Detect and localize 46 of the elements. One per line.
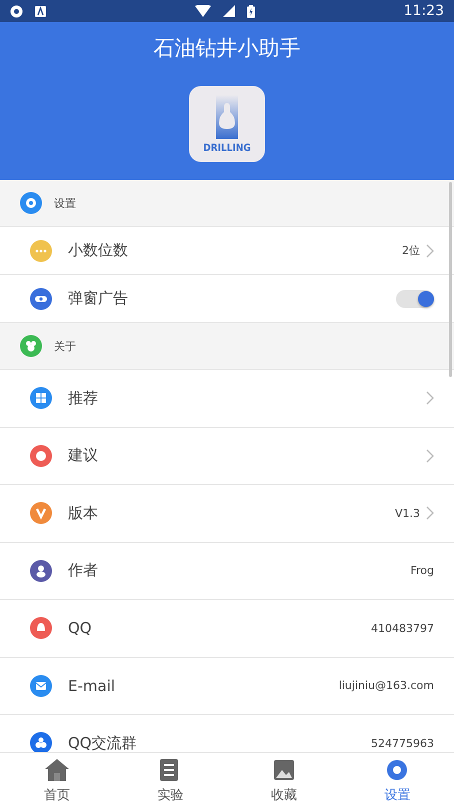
logo-text: DRILLING xyxy=(203,143,251,154)
grid-icon xyxy=(30,387,52,410)
item-label: 弹窗广告 xyxy=(68,289,128,308)
item-value: 2位 xyxy=(402,243,420,258)
signal-icon xyxy=(222,5,235,17)
nav-tab[interactable]: 首页 xyxy=(0,753,114,806)
item-label: QQ交流群 xyxy=(68,734,137,752)
section-title: 设置 xyxy=(54,196,76,210)
item-label: E-mail xyxy=(68,676,116,695)
wifi-icon xyxy=(194,5,211,17)
v-letter-icon xyxy=(30,502,52,524)
battery-icon xyxy=(246,4,255,18)
app-title: 石油钻井小助手 xyxy=(154,35,300,62)
section-title: 关于 xyxy=(54,338,76,354)
item-label: 作者 xyxy=(68,561,98,580)
item-label: 建议 xyxy=(68,446,98,466)
settings-row[interactable]: 版本 V1.3 xyxy=(0,485,454,542)
item-value: liujiniu@163.com xyxy=(338,679,434,692)
nav-tab[interactable]: 实验 xyxy=(114,753,227,806)
item-value: V1.3 xyxy=(394,506,420,520)
dots-icon xyxy=(30,240,52,262)
settings-row[interactable]: E-mail liujiniu@163.com xyxy=(0,658,454,715)
eye-icon xyxy=(30,288,52,310)
bell-icon xyxy=(30,617,52,640)
item-label: 版本 xyxy=(68,504,98,523)
group-icon xyxy=(20,335,42,357)
settings-row[interactable]: 作者 Frog xyxy=(0,542,454,600)
item-label: QQ xyxy=(68,619,92,638)
settings-row[interactable]: QQ 410483797 xyxy=(0,600,454,658)
settings-row[interactable]: 建议 xyxy=(0,428,454,485)
person-icon xyxy=(30,560,52,582)
item-value: 410483797 xyxy=(371,622,434,635)
item-value: 524775963 xyxy=(371,736,434,750)
toggle-switch[interactable] xyxy=(396,290,434,308)
nav-tab[interactable]: 收藏 xyxy=(227,753,340,806)
item-label: 小数位数 xyxy=(68,241,128,260)
clock-time: 11:23 xyxy=(404,3,444,19)
a-letter-icon xyxy=(35,6,46,16)
drill-bit-icon xyxy=(216,95,238,139)
image-icon xyxy=(272,758,296,782)
envelope-icon xyxy=(30,674,52,697)
home-icon xyxy=(44,758,70,782)
item-value: Frog xyxy=(410,564,434,578)
nav-tab[interactable]: 设置 xyxy=(340,753,454,806)
item-label: 推荐 xyxy=(68,388,98,408)
settings-row[interactable]: 推荐 xyxy=(0,370,454,428)
